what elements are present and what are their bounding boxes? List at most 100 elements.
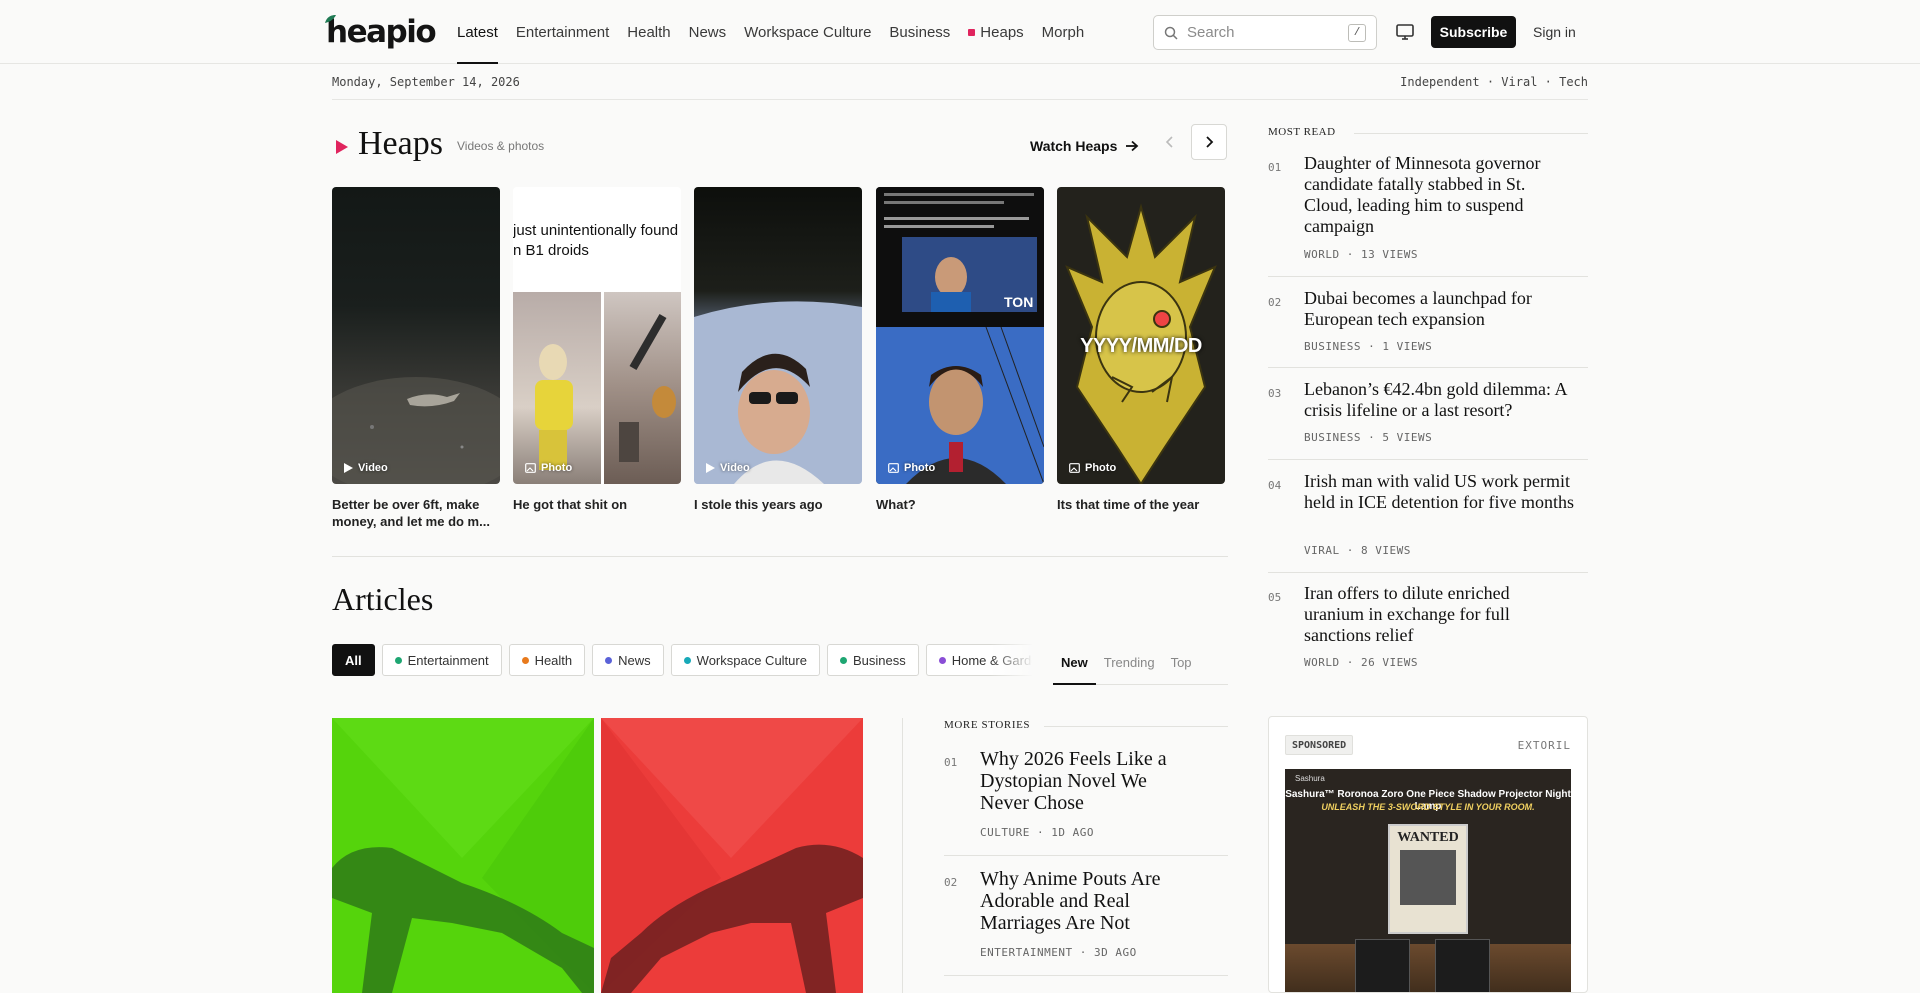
media-type-label: Photo [904,462,936,474]
nav-item-heaps[interactable]: Heaps [959,0,1032,64]
nav-item-morph[interactable]: Morph [1033,0,1094,64]
chip-business[interactable]: Business [826,644,919,676]
logo-text: heapio [326,14,437,50]
hero-image-left[interactable] [332,718,594,993]
story-item[interactable]: 02 Why Anime Pouts Are Adorable and Real… [944,868,1228,978]
most-read-title[interactable]: Lebanon’s €42.4bn gold dilemma: A crisis… [1304,379,1574,421]
chip-entertainment[interactable]: Entertainment [381,644,502,676]
ad-image[interactable]: Sashura Sashura™ Roronoa Zoro One Piece … [1285,769,1571,992]
heap-caption[interactable]: He got that shit on [513,496,681,513]
sort-tab-trending[interactable]: Trending [1096,640,1163,684]
nav-item-health[interactable]: Health [618,0,679,64]
image-icon [888,463,899,473]
media-type-label: Video [358,462,388,474]
story-separator [944,975,1228,976]
nav-item-business[interactable]: Business [880,0,959,64]
nav-label: Workspace Culture [744,23,872,41]
pushup-silhouette-image [601,718,863,993]
carousel-next-button[interactable] [1191,124,1227,160]
story-number: 01 [944,756,958,769]
most-read-title[interactable]: Iran offers to dilute enriched uranium i… [1304,583,1574,646]
nav-item-entertainment[interactable]: Entertainment [507,0,618,64]
more-stories-label: More stories [944,719,1031,731]
nav-label: Health [627,23,671,41]
chip-workspace-culture[interactable]: Workspace Culture [670,644,820,676]
most-read-title[interactable]: Daughter of Minnesota governor candidate… [1304,153,1574,237]
nav-item-latest[interactable]: Latest [448,0,507,64]
search-box[interactable]: / [1153,15,1377,50]
logo[interactable]: heapio [325,14,437,50]
sponsored-badge: SPONSORED [1285,735,1354,755]
category-dot-icon [839,656,847,664]
lamp-box-left [1355,939,1410,992]
heap-card[interactable]: Video I stole this years ago [694,187,862,513]
chip-label: Entertainment [407,652,489,668]
sort-tab-new[interactable]: New [1053,640,1096,685]
heap-thumbnail[interactable]: just unintentionally found n B1 droids P… [513,187,681,484]
most-read-number: 01 [1268,161,1282,174]
heap-thumbnail[interactable]: TON Photo [876,187,1044,484]
chip-label: Health [534,652,573,668]
chevron-left-icon [1165,136,1173,148]
nav-label: Latest [457,23,498,41]
watch-heaps-link[interactable]: Watch Heaps [1030,138,1139,154]
most-read-meta: BUSINESS · 5 VIEWS [1304,431,1433,444]
figure-photo-left [513,292,601,484]
nav-label: News [688,23,727,41]
media-type-label: Photo [1085,462,1117,474]
most-read-number: 04 [1268,479,1282,492]
heap-caption[interactable]: Its that time of the year [1057,496,1225,513]
subscribe-button[interactable]: Subscribe [1431,16,1516,48]
play-icon [706,463,715,473]
nav-item-workspace-culture[interactable]: Workspace Culture [735,0,880,64]
search-input[interactable] [1187,24,1337,41]
chip-all[interactable]: All [332,644,375,676]
figure-photo-right [604,292,681,484]
most-read-title[interactable]: Irish man with valid US work permit held… [1304,471,1574,513]
chip-health[interactable]: Health [508,644,586,676]
hero-image-right[interactable] [601,718,863,993]
ad-tagline: UNLEASH THE 3-SWORD STYLE IN YOUR ROOM. [1321,802,1535,812]
ad-advertiser[interactable]: EXTORIL [1518,739,1571,752]
chip-news[interactable]: News [592,644,664,676]
story-title[interactable]: Why Anime Pouts Are Adorable and Real Ma… [980,868,1170,934]
heap-thumbnail[interactable]: YYYY/MM/DD Photo [1057,187,1225,484]
pushup-silhouette-image [332,718,594,993]
image-icon [525,463,536,473]
more-stories-rule [1044,726,1228,727]
heaps-title: Heaps [358,125,443,162]
seafloor-image [332,377,500,484]
main-nav: Latest Entertainment Health News Workspa… [448,0,1093,64]
wanted-poster: WANTED [1388,824,1468,934]
most-read-title[interactable]: Dubai becomes a launchpad for European t… [1304,288,1574,330]
ad-table-surface [1285,944,1571,992]
story-item[interactable]: 01 Why 2026 Feels Like a Dystopian Novel… [944,748,1228,858]
nav-item-news[interactable]: News [680,0,736,64]
category-dot-icon [938,656,946,664]
photo-badge: Photo [1069,462,1116,474]
most-read-meta: BUSINESS · 1 VIEWS [1304,340,1433,353]
heap-card[interactable]: YYYY/MM/DD Photo Its that time of the ye… [1057,187,1225,513]
most-read-separator [1268,572,1588,573]
heap-caption[interactable]: What? [876,496,1044,513]
lamp-box-right [1435,939,1490,992]
heap-thumbnail[interactable]: Video [332,187,500,484]
heap-caption[interactable]: I stole this years ago [694,496,862,513]
photo-badge: Photo [888,462,935,474]
sort-tab-top[interactable]: Top [1163,640,1200,684]
story-number: 02 [944,876,958,889]
display-mode-icon[interactable] [1394,21,1416,43]
sign-in-link[interactable]: Sign in [1533,16,1576,48]
heap-card[interactable]: Video Better be over 6ft, make money, an… [332,187,500,530]
column-separator [902,718,903,993]
carousel-prev-button[interactable] [1152,124,1188,160]
story-title[interactable]: Why 2026 Feels Like a Dystopian Novel We… [980,748,1170,814]
sort-tabs: New Trending Top [1053,640,1228,685]
nav-label: Business [889,23,951,41]
heap-thumbnail[interactable]: Video [694,187,862,484]
chip-label: Business [852,652,906,668]
heap-card[interactable]: TON Photo What? [876,187,1044,513]
heap-caption[interactable]: Better be over 6ft, make money, and let … [332,496,500,530]
heap-card[interactable]: just unintentionally found n B1 droids P… [513,187,681,513]
sponsored-ad[interactable]: SPONSORED EXTORIL Sashura Sashura™ Roron… [1268,716,1588,993]
